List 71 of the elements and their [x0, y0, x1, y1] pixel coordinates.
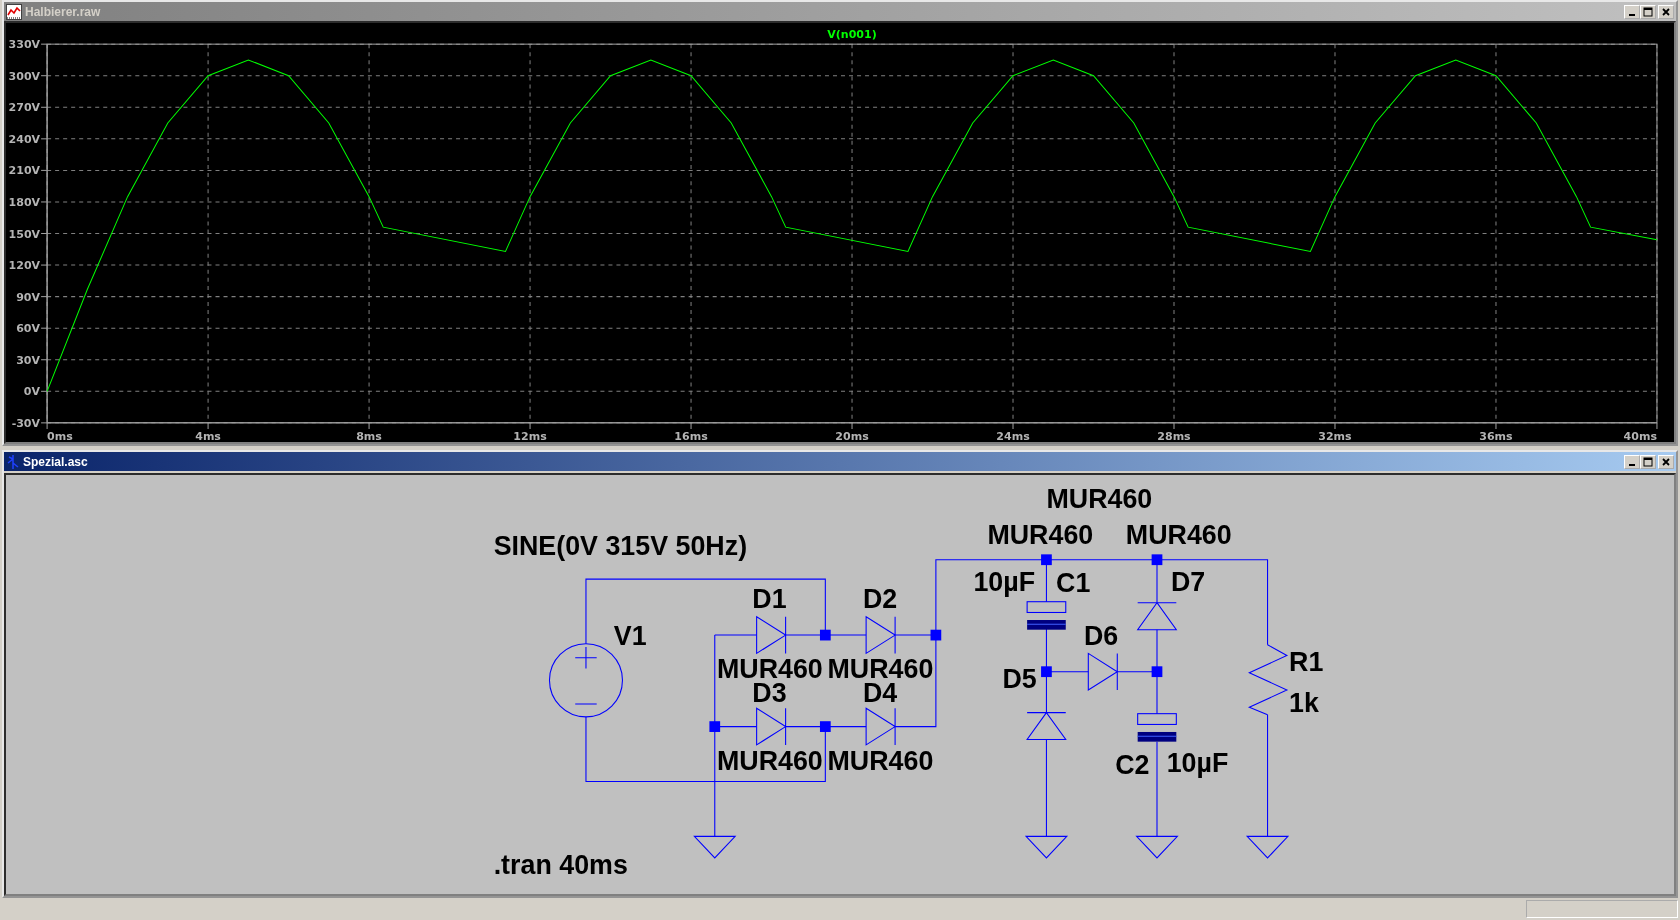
resistor-symbol [1247, 644, 1289, 716]
x-tick-label: 20ms [835, 429, 869, 442]
x-tick-label: 28ms [1157, 429, 1191, 442]
maximize-icon [1643, 6, 1653, 17]
x-tick-label: 4ms [195, 429, 221, 442]
capacitor-symbol [1026, 601, 1067, 630]
designator-label: R1 [1289, 646, 1324, 677]
designator-label: D4 [862, 677, 898, 708]
y-tick-label: 330V [8, 38, 41, 52]
window-title: Halbierer.raw [25, 4, 102, 19]
window-title: Spezial.asc [23, 454, 89, 469]
close-button[interactable] [1658, 4, 1674, 19]
model-label: MUR460 [1046, 484, 1153, 515]
y-tick-label: 270V [8, 101, 41, 115]
designator-label: C1 [1056, 568, 1091, 599]
spice-directive: .tran 40ms [493, 850, 628, 881]
close-icon [1661, 6, 1671, 17]
designator-label: D3 [752, 677, 787, 708]
x-tick-label: 40ms [1623, 429, 1657, 442]
minimize-button[interactable] [1624, 454, 1640, 469]
model-label: MUR460 [1125, 519, 1232, 550]
model-label: MUR460 [716, 745, 823, 776]
diode-symbol [865, 707, 896, 746]
y-tick-label: -30V [11, 416, 41, 430]
designator-label: V1 [613, 620, 647, 651]
value-label: 10µF [1166, 747, 1229, 778]
designator-label: C2 [1115, 749, 1150, 780]
x-tick-label: 36ms [1479, 429, 1513, 442]
diode-symbol [1026, 712, 1067, 741]
y-tick-label: 60V [16, 322, 41, 336]
designator-label: D1 [752, 584, 787, 615]
minimize-icon [1629, 13, 1635, 16]
y-tick-label: 90V [16, 290, 41, 304]
diode-symbol [756, 707, 787, 746]
x-tick-label: 24ms [996, 429, 1030, 442]
x-tick-label: 32ms [1318, 429, 1352, 442]
value-label: 10µF [973, 566, 1036, 597]
maximize-button[interactable] [1640, 4, 1656, 19]
maximize-icon [1643, 456, 1653, 467]
designator-label: D2 [862, 584, 898, 615]
x-tick-label: 12ms [513, 429, 547, 442]
diode-symbol [865, 616, 896, 655]
y-tick-label: 120V [8, 259, 41, 273]
diode-symbol [756, 616, 787, 655]
designator-label: D6 [1084, 620, 1119, 651]
maximize-button[interactable] [1640, 454, 1656, 469]
trace-label[interactable]: V(n001) [827, 28, 877, 42]
minimize-icon [1629, 463, 1635, 466]
designator-label: D5 [1002, 663, 1037, 694]
model-label: MUR460 [987, 519, 1094, 550]
x-tick-label: 16ms [674, 429, 708, 442]
x-tick-label: 0ms [47, 429, 73, 442]
y-tick-label: 300V [8, 69, 41, 83]
close-icon [1661, 456, 1671, 467]
x-tick-label: 8ms [356, 429, 382, 442]
y-tick-label: 0V [23, 385, 41, 399]
diode-symbol [1136, 602, 1177, 631]
minimize-button[interactable] [1624, 4, 1640, 19]
y-tick-label: 210V [8, 164, 41, 178]
close-button[interactable] [1658, 454, 1674, 469]
value-label: SINE(0V 315V 50Hz) [493, 531, 748, 562]
y-tick-label: 30V [16, 353, 41, 367]
schematic-icon [6, 453, 20, 470]
y-tick-label: 150V [8, 227, 41, 241]
model-label: MUR460 [827, 745, 934, 776]
designator-label: D7 [1170, 566, 1206, 597]
y-tick-label: 240V [8, 132, 41, 146]
value-label: 1k [1289, 687, 1319, 718]
y-tick-label: 180V [8, 195, 41, 209]
diode-symbol [1087, 652, 1118, 691]
capacitor-symbol [1137, 713, 1177, 742]
